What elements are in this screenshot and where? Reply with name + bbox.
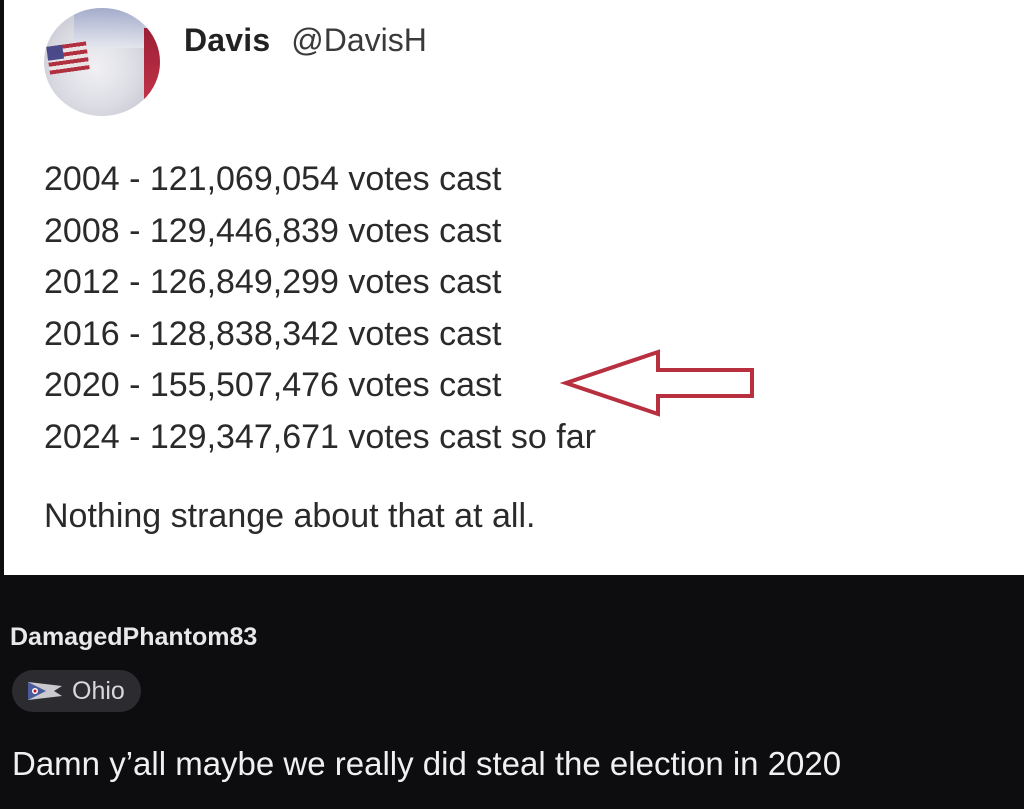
comment-username[interactable]: DamagedPhantom83 <box>10 623 257 652</box>
vote-line: 2004 - 121,069,054 votes cast <box>44 160 502 198</box>
tweet-author: Davis @DavisH <box>184 22 427 59</box>
avatar-red-stripe <box>144 28 160 108</box>
comment: DamagedPhantom83 Ohio Damn y’all maybe w… <box>0 575 1024 809</box>
user-flair-badge[interactable]: Ohio <box>12 670 141 712</box>
tweet-card: Davis @DavisH 2004 - 121,069,054 votes c… <box>4 0 1024 575</box>
flair-label: Ohio <box>72 676 125 705</box>
author-name[interactable]: Davis <box>184 22 270 58</box>
vote-line: 2020 - 155,507,476 votes cast <box>44 366 502 404</box>
author-handle[interactable]: @DavisH <box>291 22 427 58</box>
tweet-closing-text: Nothing strange about that at all. <box>44 497 536 535</box>
left-arrow-icon <box>560 349 754 417</box>
vote-line: 2012 - 126,849,299 votes cast <box>44 263 502 301</box>
vote-line: 2008 - 129,446,839 votes cast <box>44 211 502 250</box>
flag-icon <box>46 41 90 75</box>
tweet-body: 2004 - 121,069,054 votes cast 2008 - 129… <box>44 154 596 463</box>
vote-line: 2016 - 128,838,342 votes cast <box>44 314 502 353</box>
avatar[interactable] <box>44 8 160 116</box>
ohio-flag-icon <box>28 682 62 700</box>
vote-line: 2024 - 129,347,671 votes cast so far <box>44 417 596 456</box>
comment-text: Damn y’all maybe we really did steal the… <box>12 745 842 782</box>
